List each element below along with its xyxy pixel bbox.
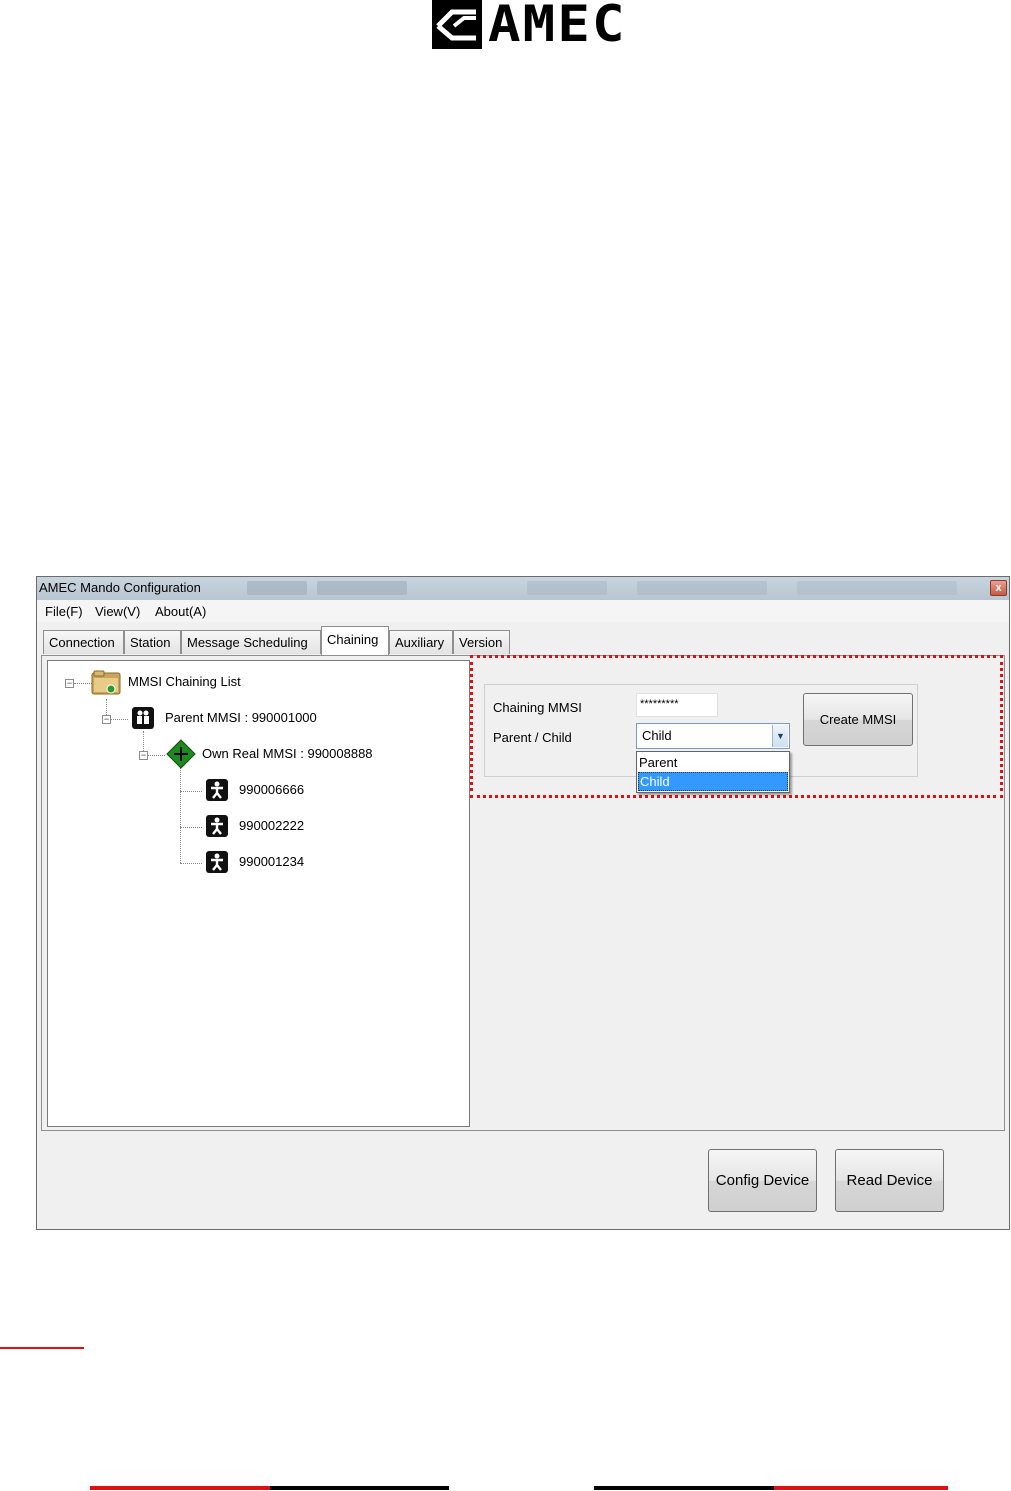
titlebar-blur (527, 581, 607, 595)
close-icon[interactable]: x (990, 580, 1007, 596)
parent-child-label: Parent / Child (493, 730, 572, 745)
tree-line (147, 755, 165, 756)
titlebar-blur (797, 581, 957, 595)
tree-line (180, 863, 202, 864)
tree-child-label[interactable]: 990006666 (239, 782, 304, 797)
menu-bar: File(F) View(V) About(A) (37, 600, 1009, 622)
amec-logo-mark-icon (432, 0, 482, 49)
child-person-icon (206, 815, 228, 837)
tree-line (74, 683, 92, 684)
tab-connection[interactable]: Connection (43, 630, 124, 654)
amec-logo-text: AMEC (488, 0, 627, 53)
expander-root[interactable]: − (65, 679, 74, 688)
mmsi-tree[interactable]: − − − MMSI Chaining List Parent MMSI: 9… (47, 660, 470, 1127)
footer-rule-red (90, 1486, 270, 1490)
parent-group-icon (132, 707, 154, 729)
read-device-button[interactable]: Read Device (835, 1149, 944, 1212)
titlebar-blur (247, 581, 307, 595)
tree-line (180, 827, 202, 828)
tree-own-label[interactable]: Own Real MMSI : 990008888 (202, 746, 373, 761)
titlebar-blur (317, 581, 407, 595)
folder-icon (91, 670, 121, 695)
red-underline (0, 1347, 84, 1349)
tree-parent-label[interactable]: Parent MMSI : 990001000 (165, 710, 317, 725)
create-mmsi-button[interactable]: Create MMSI (803, 693, 913, 746)
parent-child-selected-value: Child (642, 728, 672, 743)
option-parent[interactable]: Parent (638, 753, 788, 772)
tree-line (180, 791, 202, 792)
app-window: AMEC Mando Configuration x File(F) View(… (36, 576, 1010, 1230)
parent-child-dropdown: Parent Child (636, 751, 790, 793)
expander-own[interactable]: − (139, 751, 148, 760)
chaining-panel: − − − MMSI Chaining List Parent MMSI: 9… (41, 655, 1005, 1131)
tree-child-label[interactable]: 990002222 (239, 818, 304, 833)
titlebar-blur (637, 581, 767, 595)
tree-child-label[interactable]: 990001234 (239, 854, 304, 869)
menu-file[interactable]: File(F) (45, 604, 83, 619)
title-bar: AMEC Mando Configuration x (37, 577, 1009, 601)
child-person-icon (206, 779, 228, 801)
tab-version[interactable]: Version (453, 630, 510, 654)
tree-line (110, 719, 128, 720)
chaining-mmsi-input[interactable]: ********* (636, 693, 718, 717)
footer-rule-red (774, 1486, 948, 1490)
config-device-button[interactable]: Config Device (708, 1149, 817, 1212)
footer-rule-black (270, 1486, 449, 1490)
footer-rule-black (594, 1486, 774, 1490)
parent-child-select[interactable]: Child ▼ (636, 723, 790, 749)
amec-logo: AMEC (432, 0, 625, 51)
tab-chaining[interactable]: Chaining (321, 626, 389, 655)
tab-message-scheduling[interactable]: Message Scheduling (181, 630, 321, 654)
option-child[interactable]: Child (638, 772, 788, 791)
chaining-mmsi-label: Chaining MMSI (493, 700, 582, 715)
menu-about[interactable]: About(A) (155, 604, 206, 619)
chevron-down-icon[interactable]: ▼ (772, 725, 788, 747)
tab-station[interactable]: Station (124, 630, 181, 654)
tree-line (180, 767, 181, 863)
tree-root-label[interactable]: MMSI Chaining List (128, 674, 241, 689)
expander-parent[interactable]: − (102, 715, 111, 724)
menu-view[interactable]: View(V) (95, 604, 140, 619)
window-title: AMEC Mando Configuration (39, 580, 201, 595)
tab-auxiliary[interactable]: Auxiliary (389, 630, 453, 654)
own-diamond-icon (166, 739, 196, 769)
child-person-icon (206, 851, 228, 873)
